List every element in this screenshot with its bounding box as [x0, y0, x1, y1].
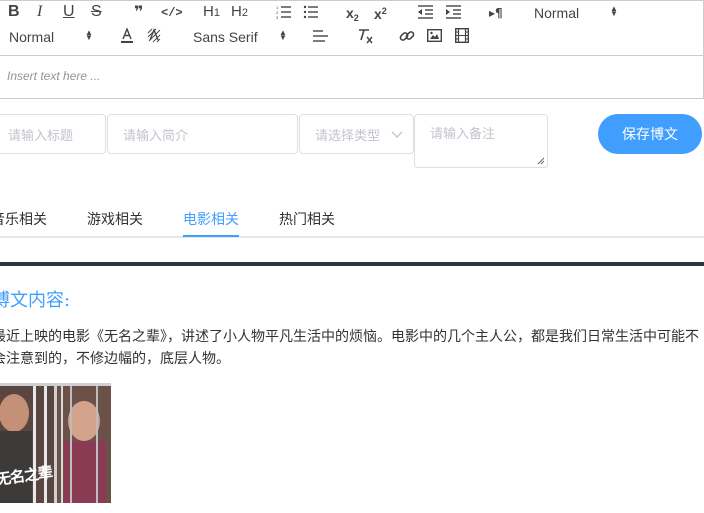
align-left-icon: [313, 30, 328, 42]
code-icon: </>: [161, 6, 183, 20]
bullet-list-icon: [303, 5, 318, 19]
select-arrows-icon: ▲ ▼: [610, 4, 618, 18]
subscript-button[interactable]: x2: [346, 5, 359, 26]
ordered-list-button[interactable]: 1 2 3: [276, 5, 292, 19]
chevron-down-icon: [391, 131, 403, 138]
bullet-list-button[interactable]: [303, 5, 319, 19]
superscript-icon: x2: [374, 6, 387, 22]
active-tab-indicator: [183, 235, 239, 237]
note-textarea-placeholder: 请输入备注: [430, 127, 496, 142]
tab-music[interactable]: 音乐相关: [0, 209, 47, 229]
outdent-icon: [418, 5, 433, 19]
subscript-icon: x2: [346, 5, 359, 23]
content-title: 博文内容:: [0, 290, 71, 311]
select-arrows-icon: ▲ ▼: [279, 28, 287, 42]
content-divider: [0, 262, 704, 266]
ordered-list-icon: 1 2 3: [276, 5, 291, 19]
save-post-label: 保存博文: [622, 127, 678, 143]
category-tabs: 音乐相关 游戏相关 电影相关 热门相关: [0, 200, 704, 238]
underline-button[interactable]: U: [63, 4, 75, 20]
superscript-button[interactable]: x2: [374, 3, 387, 22]
tab-games[interactable]: 游戏相关: [87, 209, 143, 229]
editor-placeholder: Insert text here ...: [7, 69, 101, 83]
bold-button[interactable]: B: [8, 4, 20, 20]
video-button[interactable]: [455, 28, 469, 43]
intro-input-placeholder: 请输入简介: [123, 128, 189, 144]
svg-text:3: 3: [276, 15, 279, 19]
h2-button[interactable]: H2: [231, 4, 248, 21]
movie-poster-image: 无名之辈: [0, 383, 111, 503]
font-color-button[interactable]: [120, 28, 134, 44]
clear-format-icon: [359, 29, 373, 44]
tab-movies[interactable]: 电影相关: [183, 209, 239, 229]
intro-input[interactable]: 请输入简介: [107, 114, 298, 154]
align-button[interactable]: [313, 30, 328, 42]
font-select[interactable]: Sans Serif ▲ ▼: [193, 28, 291, 46]
image-button[interactable]: [427, 29, 442, 42]
code-block-button[interactable]: </>: [161, 5, 183, 21]
content-body: 最近上映的电影《无名之辈》，讲述了小人物平凡生活中的烦恼。电影中的几个主人公，都…: [0, 329, 699, 367]
image-icon: [427, 29, 442, 42]
text-direction-icon: ▸¶: [489, 6, 503, 20]
resize-handle-icon[interactable]: [537, 157, 545, 165]
header-select[interactable]: Normal ▲ ▼: [534, 4, 618, 22]
font-color-icon: [121, 28, 133, 43]
underline-icon: U: [63, 3, 75, 20]
clear-format-button[interactable]: [358, 28, 374, 44]
heading-2-icon: H2: [231, 3, 248, 20]
outdent-button[interactable]: [418, 5, 433, 19]
font-select-value: Sans Serif: [193, 29, 258, 45]
video-icon: [455, 28, 469, 43]
title-input-placeholder: 请输入标题: [8, 128, 74, 144]
h1-button[interactable]: H1: [203, 4, 220, 21]
heading-1-icon: H1: [203, 3, 220, 20]
title-input[interactable]: 请输入标题: [0, 114, 106, 154]
link-button[interactable]: [399, 28, 415, 44]
strike-icon: S: [91, 3, 102, 20]
italic-icon: I: [37, 3, 43, 20]
size-select-value: Normal: [9, 29, 55, 45]
save-post-button[interactable]: 保存博文: [598, 114, 702, 154]
select-arrows-icon: ▲ ▼: [85, 28, 93, 42]
background-color-icon: [147, 28, 161, 43]
indent-button[interactable]: [446, 5, 461, 19]
tab-hot[interactable]: 热门相关: [279, 209, 335, 229]
indent-icon: [446, 5, 461, 19]
note-textarea[interactable]: 请输入备注: [414, 114, 548, 168]
strike-button[interactable]: S: [91, 4, 102, 20]
italic-button[interactable]: I: [37, 4, 42, 20]
header-select-value: Normal: [534, 5, 580, 21]
rich-text-editor: B I U S ❞ </> H1 H2 1 2 3 x2 x2 ▸¶ Norma…: [0, 0, 704, 99]
type-select-placeholder: 请选择类型: [315, 128, 381, 144]
text-direction-button[interactable]: ▸¶: [489, 5, 503, 21]
type-select[interactable]: 请选择类型: [299, 114, 414, 154]
blockquote-button[interactable]: ❞: [134, 4, 143, 20]
link-icon: [399, 31, 415, 41]
bold-icon: B: [8, 3, 20, 20]
editor-content-area[interactable]: Insert text here ...: [7, 69, 100, 83]
background-color-button[interactable]: [147, 28, 161, 44]
editor-toolbar: B I U S ❞ </> H1 H2 1 2 3 x2 x2 ▸¶ Norma…: [0, 1, 703, 56]
blockquote-icon: ❞: [134, 2, 144, 21]
size-select[interactable]: Normal ▲ ▼: [9, 28, 93, 46]
